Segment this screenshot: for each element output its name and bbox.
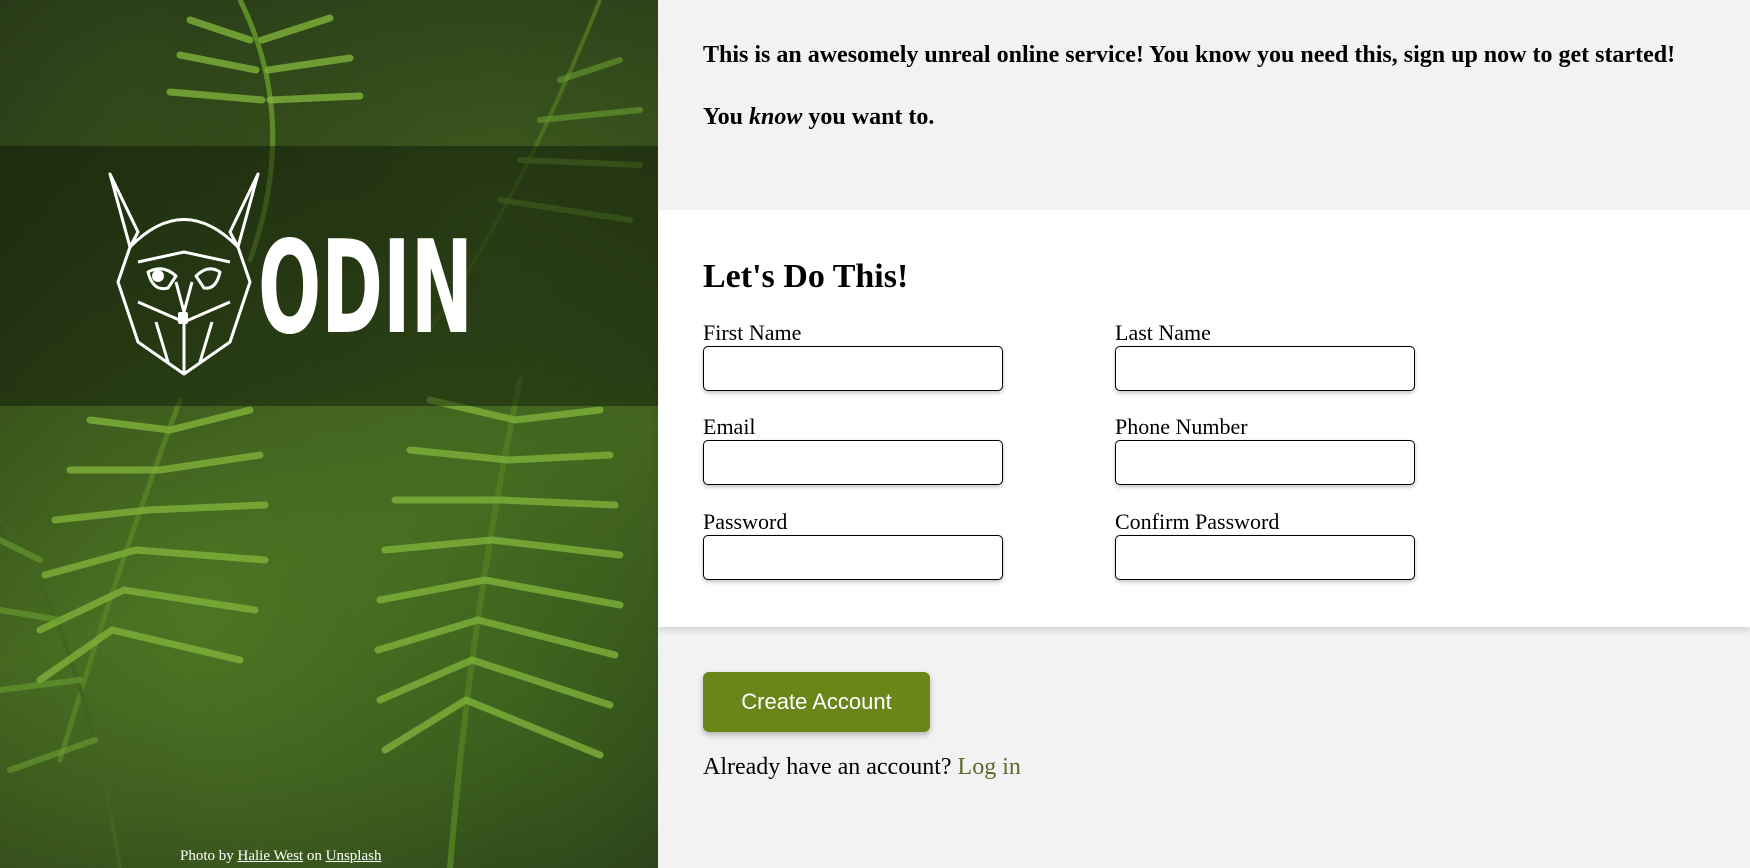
intro-line-2-emphasis: know <box>749 104 803 130</box>
credit-prefix: Photo by <box>180 848 234 864</box>
first-name-label: First Name <box>703 320 802 345</box>
phone-input[interactable] <box>1115 440 1415 485</box>
login-prompt-text: Already have an account? <box>703 754 952 780</box>
intro-line-2-pre: You <box>703 104 744 130</box>
first-name-input[interactable] <box>703 346 1003 391</box>
email-input[interactable] <box>703 440 1003 485</box>
email-label: Email <box>703 414 756 439</box>
login-link[interactable]: Log in <box>958 754 1021 780</box>
photo-credit: Photo by Halie West on Unsplash <box>180 848 381 865</box>
intro-section: This is an awesomely unreal online servi… <box>703 40 1743 133</box>
password-field: Password <box>703 509 1003 580</box>
sidebar-hero: ODIN Photo by Halie West on Unsplash <box>0 0 658 868</box>
fern-background-image <box>0 0 643 868</box>
logo-text: ODIN <box>258 214 473 363</box>
phone-field: Phone Number <box>1115 414 1415 485</box>
intro-line-2-post: you want to. <box>808 104 935 130</box>
create-account-button[interactable]: Create Account <box>703 672 930 732</box>
confirm-password-field: Confirm Password <box>1115 509 1415 580</box>
password-label: Password <box>703 509 788 534</box>
login-prompt: Already have an account? Log in <box>703 754 1021 781</box>
last-name-label: Last Name <box>1115 320 1211 345</box>
odin-logo: ODIN <box>108 172 473 376</box>
credit-middle: on <box>306 848 322 864</box>
email-field: Email <box>703 414 1003 485</box>
credit-site-link[interactable]: Unsplash <box>326 848 382 864</box>
intro-line-1: This is an awesomely unreal online servi… <box>703 42 1676 68</box>
first-name-field: First Name <box>703 320 1003 391</box>
last-name-field: Last Name <box>1115 320 1415 391</box>
signup-form-panel: Let's Do This! First Name Last Name Emai… <box>658 210 1750 627</box>
last-name-input[interactable] <box>1115 346 1415 391</box>
password-input[interactable] <box>703 535 1003 580</box>
confirm-password-input[interactable] <box>1115 535 1415 580</box>
credit-author-link[interactable]: Halie West <box>238 848 304 864</box>
intro-line-2: You know you want to. <box>703 102 1743 133</box>
confirm-password-label: Confirm Password <box>1115 509 1280 534</box>
phone-label: Phone Number <box>1115 414 1248 439</box>
form-title: Let's Do This! <box>703 258 909 295</box>
